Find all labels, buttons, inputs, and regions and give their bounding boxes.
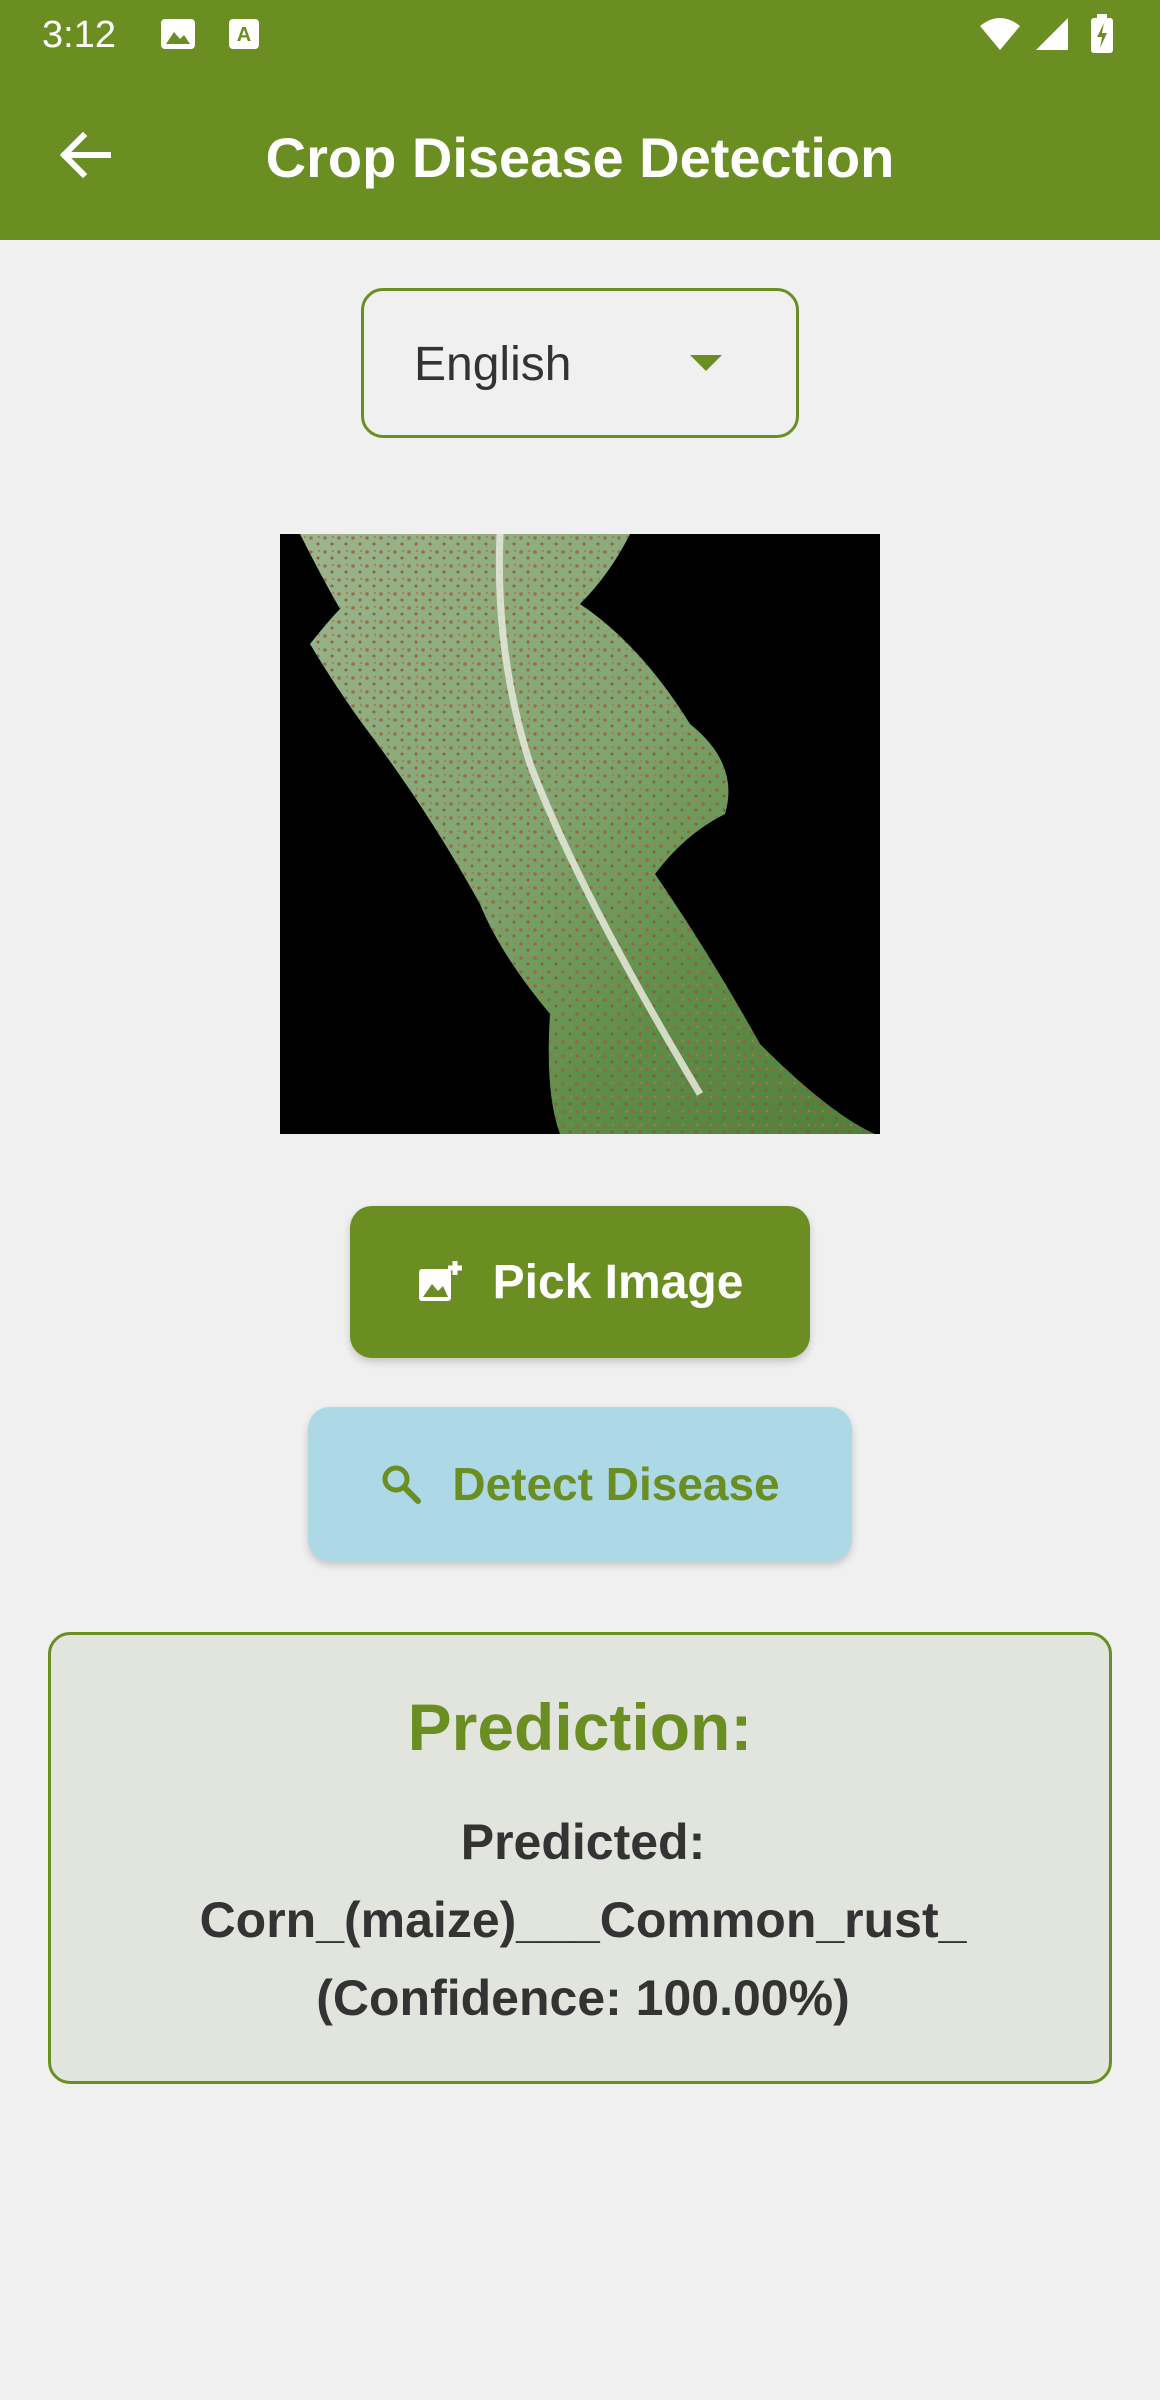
prediction-class-name: Corn_(maize)___Common_rust_ [199, 1892, 967, 1948]
add-photo-icon [417, 1259, 463, 1305]
language-selected-value: English [414, 338, 572, 391]
status-time: 3:12 [42, 14, 116, 56]
prediction-result: Predicted: Corn_(maize)___Common_rust_ (… [91, 1803, 1075, 2037]
a-text-icon: A [228, 18, 260, 55]
pick-image-button[interactable]: Pick Image [350, 1206, 810, 1358]
prediction-confidence: (Confidence: 100.00%) [316, 1970, 850, 2026]
detect-disease-button[interactable]: Detect Disease [308, 1407, 852, 1561]
app-bar: Crop Disease Detection [0, 70, 1160, 240]
chevron-down-icon [690, 355, 722, 371]
pick-image-label: Pick Image [492, 1255, 744, 1309]
status-bar: 3:12 A [0, 0, 1160, 70]
page-title: Crop Disease Detection [265, 126, 895, 189]
language-dropdown[interactable]: English [361, 288, 799, 438]
detect-disease-label: Detect Disease [452, 1458, 780, 1510]
selected-leaf-image [280, 534, 880, 1134]
search-icon [380, 1463, 422, 1505]
battery-icon [1090, 14, 1114, 59]
prediction-card: Prediction: Predicted: Corn_(maize)___Co… [48, 1632, 1112, 2084]
signal-icon [1034, 16, 1070, 57]
prediction-label-line: Predicted: [460, 1814, 706, 1870]
image-icon [160, 18, 196, 55]
svg-text:A: A [237, 24, 251, 46]
prediction-heading: Prediction: [407, 1690, 753, 1764]
wifi-icon [978, 16, 1022, 57]
